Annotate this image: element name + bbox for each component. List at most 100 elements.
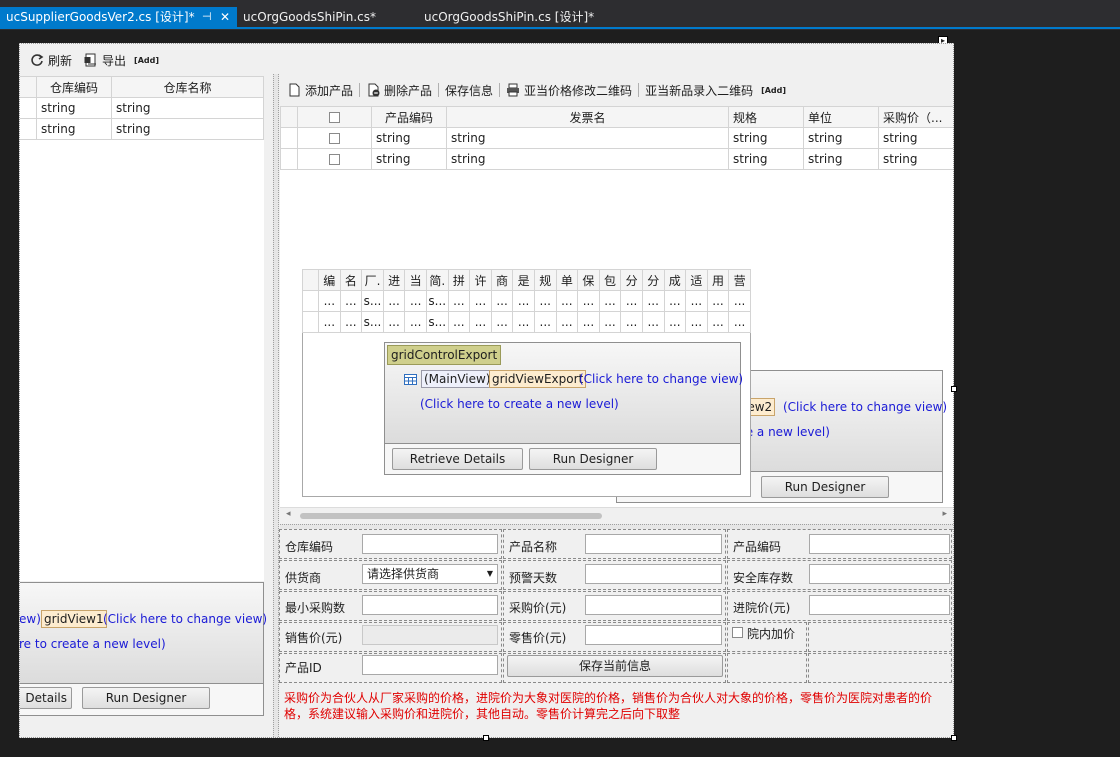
sale-price-input[interactable]	[362, 625, 498, 645]
column-header-export[interactable]: 进	[382, 269, 406, 291]
resize-handle[interactable]	[483, 735, 489, 741]
retrieve-details-button[interactable]: Retrieve Details	[392, 448, 523, 470]
table-cell[interactable]: string	[36, 118, 112, 140]
table-cell[interactable]: string	[371, 148, 447, 170]
gridviewexport-tag[interactable]: gridViewExport	[489, 370, 587, 388]
hospital-markup-checkbox[interactable]	[732, 627, 743, 638]
product-name-input[interactable]	[585, 534, 722, 554]
row-checkbox-cell[interactable]	[297, 148, 372, 170]
column-header-export[interactable]: 包	[598, 269, 622, 291]
table-cell[interactable]: s...	[425, 311, 449, 333]
save-info-button[interactable]: 保存信息	[439, 79, 499, 101]
column-header-export[interactable]: 单	[555, 269, 579, 291]
column-header-export[interactable]: 规	[533, 269, 557, 291]
mainview-tag[interactable]: (MainView)	[421, 370, 494, 388]
table-cell[interactable]: ...	[641, 311, 665, 333]
tab-ucsuppliergoodsver2-design[interactable]: ucSupplierGoodsVer2.cs [设计]* ⊣ ✕	[0, 7, 237, 27]
table-cell[interactable]: s...	[361, 290, 384, 312]
column-header-product-code[interactable]: 产品编码	[371, 106, 447, 128]
column-header-export[interactable]: 是	[512, 269, 535, 291]
column-header-export[interactable]: 适	[685, 269, 708, 291]
column-header-export[interactable]: 商	[490, 269, 514, 291]
table-cell[interactable]: ...	[555, 311, 579, 333]
table-cell[interactable]: ...	[469, 311, 492, 333]
table-cell[interactable]: ...	[318, 290, 341, 312]
table-cell[interactable]: string	[111, 97, 264, 119]
run-designer-button[interactable]: Run Designer	[82, 687, 210, 709]
chevron-down-icon[interactable]: ▼	[487, 565, 493, 583]
table-cell[interactable]: ...	[577, 290, 600, 312]
table-cell[interactable]: s...	[361, 311, 384, 333]
table-cell[interactable]: ...	[490, 311, 514, 333]
new-product-qr-button[interactable]: 亚当新品录入二维码	[639, 79, 759, 101]
table-cell[interactable]: ...	[598, 311, 622, 333]
table-cell[interactable]: ...	[533, 311, 557, 333]
column-header-export[interactable]: 成	[663, 269, 687, 291]
delete-product-button[interactable]: 删除产品	[360, 79, 438, 101]
save-current-button[interactable]: 保存当前信息	[507, 655, 723, 677]
column-header-export[interactable]: 简.	[425, 269, 449, 291]
run-designer-button[interactable]: Run Designer	[761, 476, 889, 498]
table-cell[interactable]: ...	[555, 290, 579, 312]
resize-handle[interactable]	[951, 735, 957, 741]
refresh-button[interactable]: 刷新	[24, 49, 78, 71]
table-cell[interactable]: string	[446, 148, 729, 170]
table-row[interactable]: string string string string string	[280, 127, 953, 149]
add-toolbar-item-button[interactable]: [Add]	[759, 86, 788, 95]
change-view-link[interactable]: (Click here to change view)	[579, 372, 743, 386]
retrieve-details-button[interactable]: Details	[20, 687, 72, 709]
table-cell[interactable]: string	[803, 148, 879, 170]
table-cell[interactable]: ...	[706, 311, 730, 333]
modify-price-qr-button[interactable]: 亚当价格修改二维码	[500, 79, 638, 101]
table-cell[interactable]: ...	[469, 290, 492, 312]
column-header-export[interactable]: 分	[641, 269, 665, 291]
table-cell[interactable]: ...	[598, 290, 622, 312]
column-header-purchase-price[interactable]: 采购价（...	[878, 106, 953, 128]
column-header-export[interactable]: 厂.	[361, 269, 384, 291]
table-cell[interactable]: ...	[663, 290, 687, 312]
table-cell[interactable]: string	[371, 127, 447, 149]
gridview1-tag[interactable]: gridView1	[41, 610, 107, 628]
pin-icon[interactable]: ⊣	[202, 7, 212, 27]
column-header-invoice-name[interactable]: 发票名	[446, 106, 729, 128]
table-cell[interactable]: ...	[404, 311, 427, 333]
horizontal-scrollbar[interactable]: ◂ ▸	[280, 507, 953, 523]
safety-stock-input[interactable]	[809, 564, 950, 584]
column-header-warehouse-name[interactable]: 仓库名称	[111, 76, 264, 98]
column-header-export[interactable]: 当	[404, 269, 427, 291]
row-checkbox[interactable]	[329, 133, 340, 144]
table-cell[interactable]: ...	[404, 290, 427, 312]
table-cell[interactable]: string	[36, 97, 112, 119]
table-cell[interactable]: ...	[382, 311, 406, 333]
table-cell[interactable]: ...	[620, 311, 643, 333]
add-toolbar-item-button[interactable]: [Add]	[132, 56, 161, 65]
table-cell[interactable]: ...	[318, 311, 341, 333]
warehouse-code-input[interactable]	[362, 534, 498, 554]
supplier-dropdown[interactable]: 请选择供货商 ▼	[362, 564, 498, 584]
change-view-link[interactable]: (Click here to change view)	[783, 400, 947, 414]
create-level-link[interactable]: te a new level)	[741, 425, 830, 439]
column-header-spec[interactable]: 规格	[728, 106, 804, 128]
table-cell[interactable]: ...	[447, 311, 471, 333]
column-header-export[interactable]: 名	[339, 269, 363, 291]
column-header-export[interactable]: 编	[318, 269, 341, 291]
table-cell[interactable]: ...	[512, 311, 535, 333]
scroll-right-icon[interactable]: ▸	[942, 509, 947, 519]
table-cell[interactable]: ...	[685, 311, 708, 333]
resize-handle[interactable]	[951, 386, 957, 392]
table-cell[interactable]: ...	[577, 311, 600, 333]
scrollbar-thumb[interactable]	[300, 513, 602, 519]
table-cell[interactable]: ...	[447, 290, 471, 312]
table-row[interactable]: ...... s......... s.......................…	[302, 311, 751, 333]
purchase-price-input[interactable]	[585, 595, 722, 615]
export-button[interactable]: 导出	[78, 49, 132, 71]
table-cell[interactable]: ...	[641, 290, 665, 312]
column-header-unit[interactable]: 单位	[803, 106, 879, 128]
row-checkbox-cell[interactable]	[297, 127, 372, 149]
table-cell[interactable]: string	[728, 127, 804, 149]
table-cell[interactable]: string	[446, 127, 729, 149]
column-header-export[interactable]: 分	[620, 269, 643, 291]
create-level-link[interactable]: re to create a new level)	[20, 637, 166, 651]
table-cell[interactable]: string	[878, 148, 953, 170]
column-header-export[interactable]: 营	[728, 269, 751, 291]
